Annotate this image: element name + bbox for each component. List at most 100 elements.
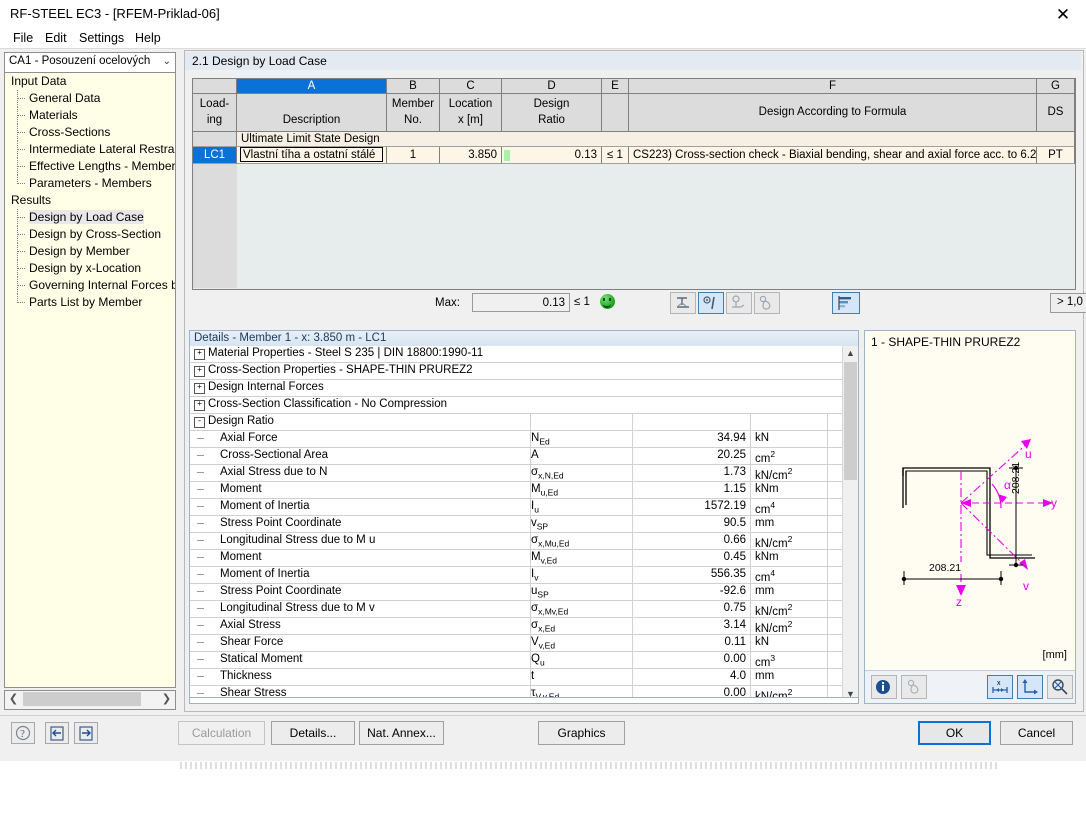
results-table[interactable]: A B C D E F G Load- ing Description Memb… [192,78,1076,290]
scroll-right-icon[interactable]: ❯ [158,691,175,707]
sidebar-item-general-data[interactable]: General Data [5,90,175,107]
navigation-tree[interactable]: Input Data General Data Materials Cross-Sec… [4,73,176,688]
graphics-button[interactable]: Graphics [538,721,625,745]
sidebar-item-parts-list-by-member[interactable]: Parts List by Member [5,294,175,311]
symbol-subscript: u [539,657,545,668]
color-scale-icon[interactable] [832,292,860,314]
ok-button[interactable]: OK [918,721,991,745]
sidebar-item-parameters-members[interactable]: Parameters - Members [5,175,175,192]
details-table[interactable]: + Material Properties - Steel S 235 | DIN… [190,346,842,702]
sidebar-item-design-by-member[interactable]: Design by Member [5,243,175,260]
view-result-icon[interactable] [726,292,752,314]
menu-item-settings[interactable]: Settings [72,29,131,47]
previous-module-icon[interactable] [45,722,69,744]
details-data-row[interactable]: Moment of Inertia Iu 1572.19 cm4 [190,499,842,516]
view-detail-icon[interactable] [754,292,780,314]
dimensions-icon[interactable]: x [987,675,1013,699]
sidebar-item-results[interactable]: Results [5,192,175,209]
view-section-icon[interactable] [670,292,696,314]
sidebar-item-intermediate-lateral-restraints[interactable]: Intermediate Lateral Restraints [5,141,175,158]
unit-text: kNm [755,551,779,563]
close-icon[interactable]: ✕ [1040,0,1086,30]
cell-description-wrap[interactable]: Vlastní tíha a ostatní stálé [237,147,387,164]
sidebar-item-design-by-load-case[interactable]: Design by Load Case [5,209,175,226]
scrollbar-thumb[interactable] [844,362,857,480]
details-column-divider [750,567,751,583]
details-data-row[interactable]: Longitudinal Stress due to M u σx,Mu,Ed 0.… [190,533,842,550]
cell-description[interactable]: Vlastní tíha a ostatní stálé [240,147,383,162]
details-data-row[interactable]: Stress Point Coordinate vSP 90.5 mm [190,516,842,533]
details-group-label: Design Internal Forces [208,381,324,393]
column-header-C[interactable]: C [440,79,502,94]
details-group-row[interactable]: - Design Ratio [190,414,842,431]
details-group-row[interactable]: + Material Properties - Steel S 235 | DIN… [190,346,842,363]
details-data-row[interactable]: Axial Stress due to N σx,N,Ed 1.73 kN/cm2 [190,465,842,482]
details-data-row[interactable]: Thickness t 4.0 mm [190,669,842,686]
scroll-up-icon[interactable]: ▲ [843,346,858,361]
details-data-row[interactable]: Axial Stress σx,Ed 3.14 kN/cm2 [190,618,842,635]
cell-formula[interactable]: CS223) Cross-section check - Biaxial ben… [629,147,1037,164]
column-header-E[interactable]: E [602,79,629,94]
details-row-unit: kN [755,432,769,444]
symbol-base: A [531,449,539,461]
sidebar-item-input-data[interactable]: Input Data [5,73,175,90]
column-header-F[interactable]: F [629,79,1037,94]
details-data-row[interactable]: Stress Point Coordinate uSP -92.6 mm [190,584,842,601]
panel-title-bar: 2.1 Design by Load Case [185,52,1081,70]
details-data-row[interactable]: Statical Moment Qu 0.00 cm3 [190,652,842,669]
expand-icon[interactable]: + [194,366,205,377]
details-data-row[interactable]: Cross-Sectional Area A 20.25 cm2 [190,448,842,465]
symbol-subscript: x,Mv,Ed [538,606,569,617]
details-data-row[interactable]: Longitudinal Stress due to M v σx,Mv,Ed 0.… [190,601,842,618]
stress-point-icon[interactable] [901,675,927,699]
cell-loading[interactable]: LC1 [193,147,237,164]
calculation-button[interactable]: Calculation [178,721,265,745]
column-header-corner[interactable] [193,79,237,94]
cancel-button[interactable]: Cancel [1000,721,1073,745]
details-data-row[interactable]: Axial Force NEd 34.94 kN [190,431,842,448]
menu-item-edit[interactable]: Edit [38,29,74,47]
details-vertical-scrollbar[interactable]: ▲ ▼ [842,346,858,702]
zoom-reset-icon[interactable] [1047,675,1073,699]
help-question-icon[interactable]: ? [11,722,35,744]
details-data-row[interactable]: Moment of Inertia Iv 556.35 cm4 [190,567,842,584]
details-group-row[interactable]: + Design Internal Forces [190,380,842,397]
expand-icon[interactable]: + [194,349,205,360]
cell-location[interactable]: 3.850 [440,147,502,164]
details-data-row[interactable]: Shear Force Vv,Ed 0.11 kN [190,635,842,652]
scrollbar-thumb[interactable] [23,692,141,706]
max-value-field[interactable]: 0.13 [472,293,570,312]
sidebar-item-design-by-cross-section[interactable]: Design by Cross-Section [5,226,175,243]
details-data-row[interactable]: Moment Mu,Ed 1.15 kNm [190,482,842,499]
sidebar-item-cross-sections[interactable]: Cross-Sections [5,124,175,141]
axes-icon[interactable] [1017,675,1043,699]
cell-member-no[interactable]: 1 [387,147,440,164]
collapse-icon[interactable]: - [194,417,205,428]
design-case-combo[interactable]: CA1 - Posouzení ocelových prut ⌄ [4,52,176,73]
info-icon[interactable] [871,675,897,699]
view-member-icon[interactable] [698,292,724,314]
sidebar-item-governing-internal-forces-by-m[interactable]: Governing Internal Forces by M [5,277,175,294]
cell-ds[interactable]: PT [1037,147,1075,164]
sidebar-item-design-by-x-location[interactable]: Design by x-Location [5,260,175,277]
cell-design-ratio[interactable]: 0.13 [502,147,602,164]
menu-item-help[interactable]: Help [128,29,168,47]
column-header-A[interactable]: A [237,79,387,94]
details-data-row[interactable]: Moment Mv,Ed 0.45 kNm [190,550,842,567]
expand-icon[interactable]: + [194,400,205,411]
details-group-row[interactable]: + Cross-Section Classification - No Compr… [190,397,842,414]
sidebar-item-materials[interactable]: Materials [5,107,175,124]
next-module-icon[interactable] [74,722,98,744]
scroll-left-icon[interactable]: ❮ [5,691,22,707]
expand-icon[interactable]: + [194,383,205,394]
menu-item-file[interactable]: File [6,29,40,47]
details-button[interactable]: Details... [271,721,355,745]
nat-annex-button[interactable]: Nat. Annex... [359,721,444,745]
tree-horizontal-scrollbar[interactable]: ❮ ❯ [4,690,176,710]
column-header-D[interactable]: D [502,79,602,94]
sidebar-item-effective-lengths-members[interactable]: Effective Lengths - Members [5,158,175,175]
details-group-row[interactable]: + Cross-Section Properties - SHAPE-THIN P… [190,363,842,380]
column-header-B[interactable]: B [387,79,440,94]
filter-value-select[interactable]: > 1,0 ⌄ [1050,293,1086,313]
column-header-G[interactable]: G [1037,79,1075,94]
